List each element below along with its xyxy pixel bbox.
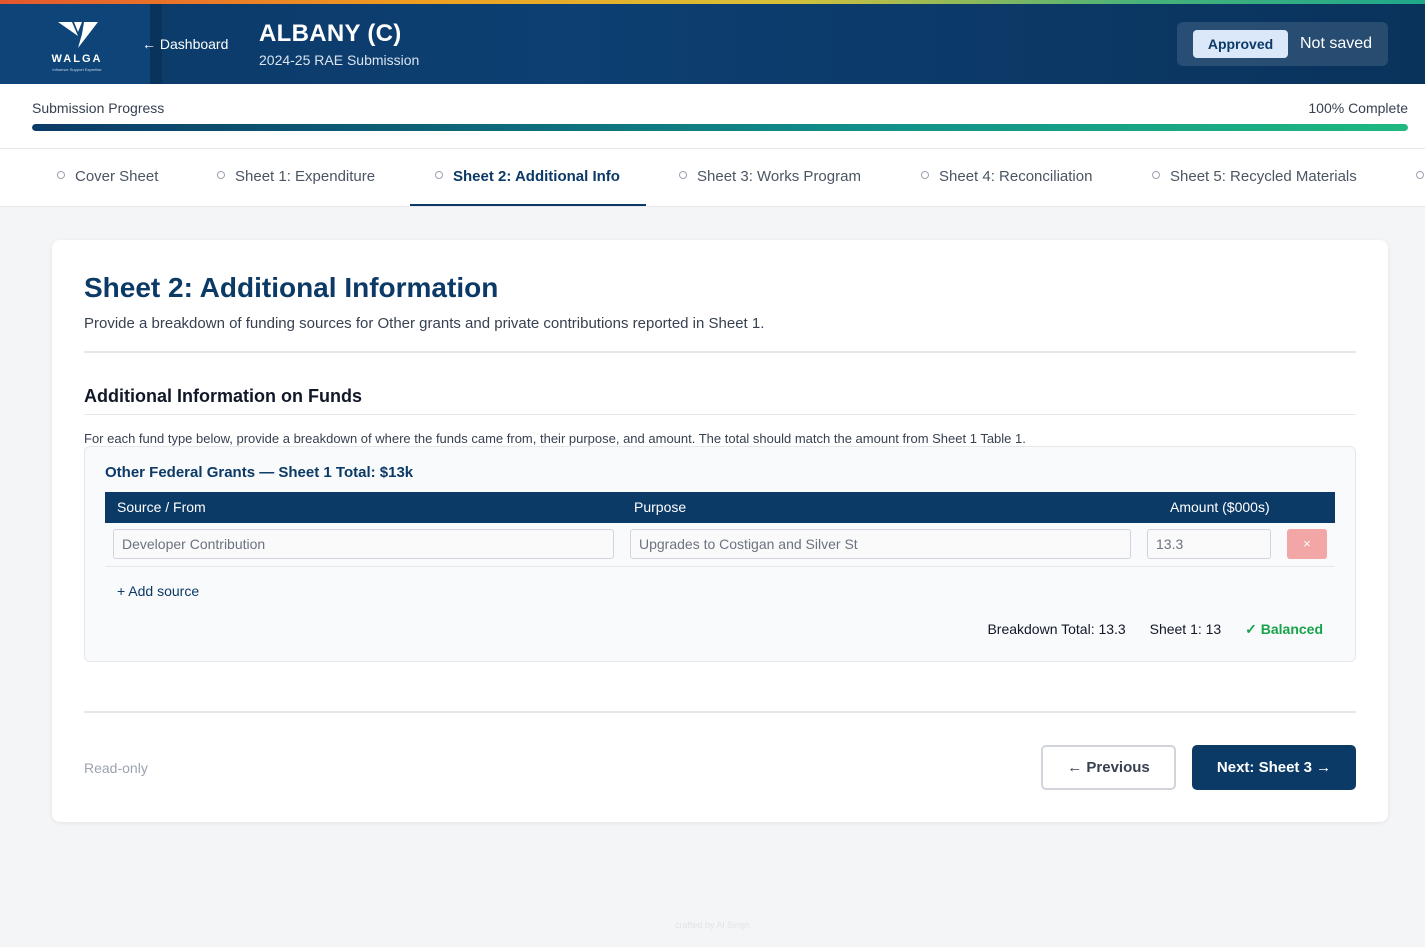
council-name: ALBANY (C) xyxy=(259,20,402,47)
top-header: WALGA Influence Support Expertise ← Dash… xyxy=(0,0,1425,84)
sheet1-total: Sheet 1: 13 xyxy=(1149,621,1222,637)
circle-icon xyxy=(435,171,443,180)
fund-title: Other Federal Grants — Sheet 1 Total: $1… xyxy=(105,464,414,481)
divider xyxy=(84,414,1356,415)
save-status: Not saved xyxy=(1300,35,1373,52)
source-input[interactable]: Developer Contribution xyxy=(113,529,614,559)
previous-button[interactable]: ← Previous xyxy=(1041,745,1176,790)
tab-more[interactable] xyxy=(1416,149,1425,206)
amount-input[interactable]: 13.3 xyxy=(1147,529,1271,559)
delete-row-button[interactable]: × xyxy=(1287,529,1327,559)
logo-text: WALGA xyxy=(51,53,103,65)
sheet-card: Sheet 2: Additional Information Provide … xyxy=(52,240,1388,822)
divider xyxy=(84,351,1356,353)
divider xyxy=(84,711,1356,713)
status-panel: Approved Not saved xyxy=(1177,22,1388,66)
circle-icon xyxy=(1152,171,1160,180)
table-header: Source / From Purpose Amount ($000s) xyxy=(105,492,1335,523)
logo-panel: WALGA Influence Support Expertise xyxy=(0,4,150,84)
rainbow-strip xyxy=(0,0,1425,4)
circle-icon xyxy=(57,171,65,180)
tab-sheet-3[interactable]: Sheet 3: Works Program xyxy=(679,149,861,206)
next-button[interactable]: Next: Sheet 3 → xyxy=(1192,745,1356,790)
progress-label: Submission Progress xyxy=(32,100,165,116)
walga-logo-icon xyxy=(58,22,98,48)
circle-icon xyxy=(1416,171,1424,180)
page-description: Provide a breakdown of funding sources f… xyxy=(84,315,765,332)
submission-label: 2024-25 RAE Submission xyxy=(259,52,420,68)
tab-cover-sheet[interactable]: Cover Sheet xyxy=(57,149,158,206)
status-badge: Approved xyxy=(1193,30,1288,58)
progress-track xyxy=(32,124,1408,131)
circle-icon xyxy=(217,171,225,180)
progress-fill xyxy=(32,124,1408,131)
table-row: Developer Contribution Upgrades to Costi… xyxy=(105,523,1335,567)
column-header-amount: Amount ($000s) xyxy=(1170,499,1270,515)
readonly-label: Read-only xyxy=(84,760,148,776)
section-title: Additional Information on Funds xyxy=(84,386,362,406)
add-source-link[interactable]: + Add source xyxy=(117,583,199,599)
tab-sheet-4[interactable]: Sheet 4: Reconciliation xyxy=(921,149,1092,206)
tab-sheet-5[interactable]: Sheet 5: Recycled Materials xyxy=(1152,149,1357,206)
column-header-source: Source / From xyxy=(117,499,206,515)
breakdown-total: Breakdown Total: 13.3 xyxy=(987,621,1126,637)
purpose-input[interactable]: Upgrades to Costigan and Silver St xyxy=(630,529,1131,559)
back-to-dashboard-link[interactable]: ← Dashboard xyxy=(142,36,228,52)
logo-tagline: Influence Support Expertise xyxy=(52,67,102,72)
progress-percent: 100% Complete xyxy=(1308,100,1408,116)
circle-icon xyxy=(921,171,929,180)
circle-icon xyxy=(679,171,687,180)
page-title: Sheet 2: Additional Information xyxy=(84,272,499,303)
column-header-purpose: Purpose xyxy=(634,499,687,515)
section-description: For each fund type below, provide a brea… xyxy=(84,431,1026,446)
tab-sheet-1[interactable]: Sheet 1: Expenditure xyxy=(217,149,375,206)
submission-progress: Submission Progress 100% Complete xyxy=(0,84,1425,148)
totals-summary: Breakdown Total: 13.3 Sheet 1: 13 ✓ Bala… xyxy=(967,621,1323,638)
balance-status: ✓ Balanced xyxy=(1245,621,1323,637)
footer-credit: crafted by Al Singh xyxy=(674,920,751,930)
sheet-tabs: Cover Sheet Sheet 1: Expenditure Sheet 2… xyxy=(0,148,1425,207)
tab-sheet-2[interactable]: Sheet 2: Additional Info xyxy=(410,149,646,206)
fund-breakdown-panel: Other Federal Grants — Sheet 1 Total: $1… xyxy=(84,446,1356,662)
